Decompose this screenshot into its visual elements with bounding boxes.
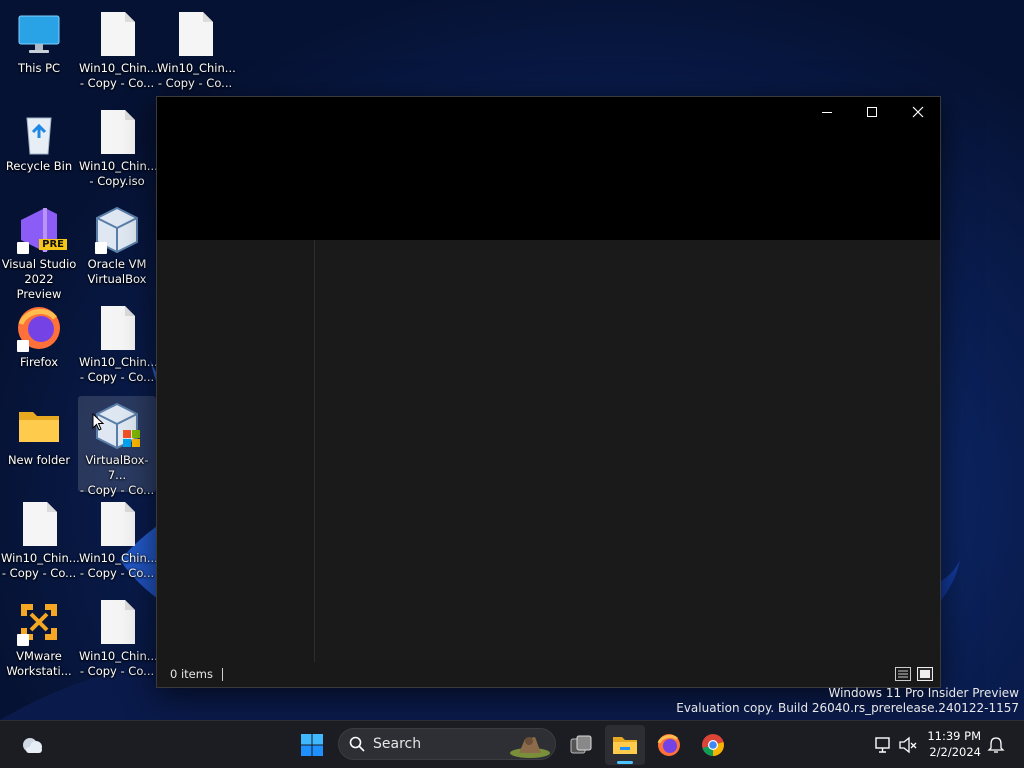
clock-time: 11:39 PM bbox=[927, 729, 981, 743]
file-icon bbox=[93, 304, 141, 352]
taskbar-search-box[interactable]: Search bbox=[338, 728, 556, 760]
start-icon bbox=[301, 734, 323, 756]
start-button[interactable] bbox=[292, 725, 332, 765]
desktop-icon-new-folder[interactable]: New folder bbox=[0, 396, 78, 492]
file-icon bbox=[93, 500, 141, 548]
navigation-pane[interactable] bbox=[157, 240, 315, 662]
shortcut-arrow-icon bbox=[95, 242, 107, 254]
minimize-button[interactable] bbox=[804, 97, 850, 127]
file-explorer-taskbar-button[interactable] bbox=[605, 725, 645, 765]
item-count: 0 items bbox=[170, 667, 213, 681]
desktop-icon-visual-studio[interactable]: PRE Visual Studio 2022 Preview bbox=[0, 200, 78, 301]
desktop-icon-vmware[interactable]: VMware Workstati... bbox=[0, 592, 78, 688]
desktop-icon-file[interactable]: Win10_Chin... - Copy - Co... bbox=[0, 494, 80, 590]
large-icons-view-button[interactable] bbox=[917, 667, 933, 681]
monitor-icon bbox=[15, 10, 63, 58]
desktop-icon-this-pc[interactable]: This PC bbox=[0, 4, 78, 100]
desktop-icon-file[interactable]: Win10_Chin... - Copy - Co... bbox=[78, 494, 158, 590]
status-bar: 0 items bbox=[157, 661, 940, 687]
search-highlight-icon bbox=[510, 737, 550, 758]
bell-icon bbox=[987, 737, 1005, 753]
shortcut-arrow-icon bbox=[17, 242, 29, 254]
desktop-icon-firefox[interactable]: Firefox bbox=[0, 298, 78, 394]
details-view-button[interactable] bbox=[895, 667, 911, 681]
search-label: Search bbox=[373, 736, 422, 752]
watermark-line-1: Windows 11 Pro Insider Preview bbox=[828, 686, 1019, 700]
widgets-button[interactable] bbox=[12, 725, 52, 765]
status-divider bbox=[221, 667, 223, 681]
evaluation-watermark: Windows 11 Pro Insider Preview Evaluatio… bbox=[676, 686, 1019, 716]
desktop-icon-file[interactable]: Win10_Chin... - Copy - Co... bbox=[78, 592, 158, 688]
virtualbox-icon bbox=[93, 206, 141, 254]
vmware-icon bbox=[15, 598, 63, 646]
mouse-cursor-icon bbox=[92, 413, 104, 431]
file-icon bbox=[93, 598, 141, 646]
maximize-button[interactable] bbox=[849, 97, 895, 127]
desktop-icon-file[interactable]: Win10_Chin... - Copy - Co... bbox=[156, 4, 236, 100]
desktop-icon-file[interactable]: Win10_Chin... - Copy - Co... bbox=[78, 4, 158, 100]
task-view-icon bbox=[570, 735, 592, 754]
task-view-button[interactable] bbox=[561, 725, 601, 765]
shortcut-arrow-icon bbox=[17, 340, 29, 352]
desktop-icon-recycle-bin[interactable]: Recycle Bin bbox=[0, 102, 78, 198]
desktop-icon-virtualbox-installer[interactable]: VirtualBox-7... - Copy - Co... bbox=[78, 396, 156, 497]
volume-button[interactable] bbox=[888, 725, 928, 765]
taskbar-clock[interactable]: 11:39 PM 2/2/2024 bbox=[927, 728, 981, 760]
file-explorer-icon bbox=[613, 737, 637, 754]
desktop-icon-virtualbox[interactable]: Oracle VM VirtualBox bbox=[78, 200, 156, 296]
shortcut-arrow-icon bbox=[17, 634, 29, 646]
watermark-line-2: Evaluation copy. Build 26040.rs_prerelea… bbox=[676, 701, 1019, 715]
folder-icon bbox=[15, 402, 63, 450]
details-view-icon bbox=[895, 667, 911, 681]
close-button[interactable] bbox=[895, 97, 941, 127]
desktop-icon-file[interactable]: Win10_Chin... - Copy.iso bbox=[78, 102, 158, 198]
title-bar[interactable] bbox=[157, 97, 940, 240]
visual-studio-icon: PRE bbox=[15, 206, 67, 254]
firefox-icon bbox=[15, 304, 63, 352]
file-icon bbox=[93, 10, 141, 58]
desktop-icon-file[interactable]: Win10_Chin... - Copy - Co... bbox=[78, 298, 158, 394]
maximize-icon bbox=[867, 107, 877, 117]
minimize-icon bbox=[822, 112, 832, 113]
file-icon bbox=[171, 10, 219, 58]
weather-cloud-icon bbox=[23, 738, 42, 753]
firefox-icon bbox=[657, 734, 680, 756]
clock-date: 2/2/2024 bbox=[929, 745, 981, 759]
file-icon bbox=[93, 108, 141, 156]
file-explorer-window[interactable]: 0 items bbox=[156, 96, 941, 688]
large-icons-view-icon bbox=[917, 667, 933, 681]
pre-badge: PRE bbox=[39, 239, 67, 250]
recycle-bin-icon bbox=[15, 108, 63, 156]
firefox-taskbar-button[interactable] bbox=[649, 725, 689, 765]
chrome-icon bbox=[702, 734, 724, 756]
content-pane[interactable] bbox=[316, 240, 940, 662]
file-icon bbox=[15, 500, 63, 548]
volume-muted-icon bbox=[899, 736, 917, 754]
notifications-button[interactable] bbox=[976, 725, 1016, 765]
running-indicator bbox=[617, 761, 633, 764]
chrome-taskbar-button[interactable] bbox=[693, 725, 733, 765]
close-icon bbox=[912, 106, 924, 118]
search-icon bbox=[349, 736, 365, 752]
